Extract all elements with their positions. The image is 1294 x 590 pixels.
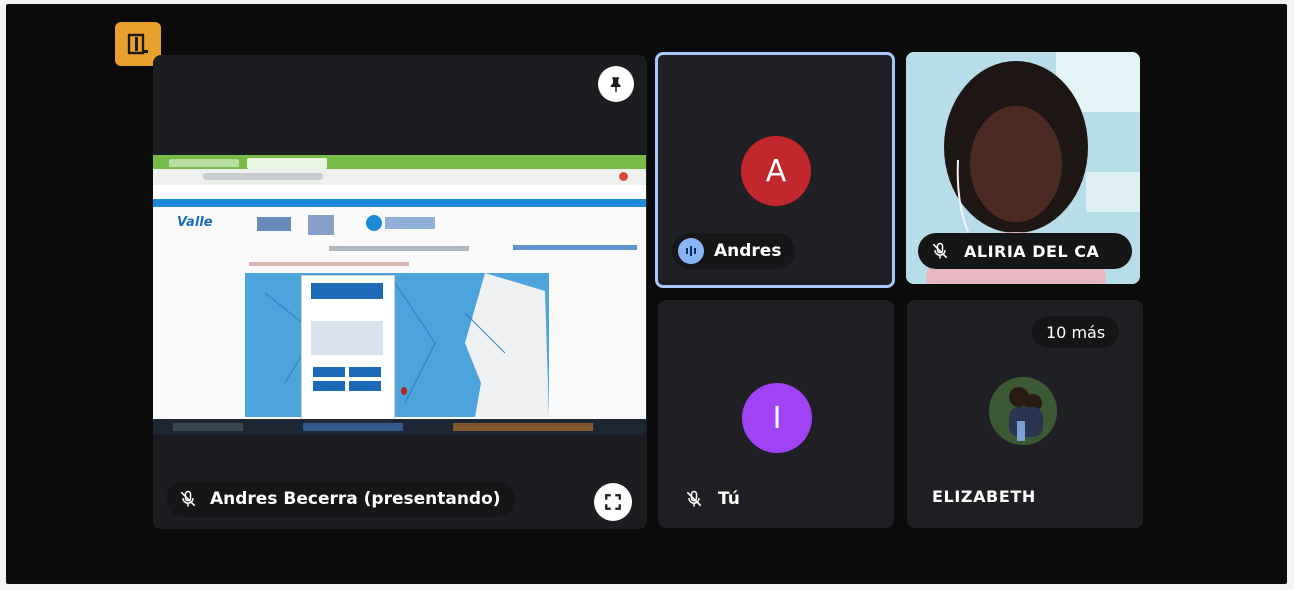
presenter-name-chip: Andres Becerra (presentando) (166, 481, 515, 517)
avatar-elizabeth (989, 377, 1057, 445)
presenter-name: Andres Becerra (presentando) (210, 489, 501, 509)
taskbar-search (173, 423, 243, 431)
site-link (513, 245, 637, 250)
popup-button-4 (349, 381, 381, 391)
pin-icon (610, 77, 621, 93)
more-count-badge: 10 más (1032, 316, 1120, 348)
site-logo: Valle (177, 215, 213, 230)
participant-name: Tú (718, 489, 740, 509)
browser-tab (169, 159, 239, 167)
browser-tab-active (247, 158, 327, 169)
shared-screen: Valle (153, 155, 646, 435)
aliria-name-chip: ALIRIA DEL CA (918, 233, 1132, 269)
site-logo-3 (308, 215, 334, 235)
popup-button-1 (313, 367, 345, 377)
participant-name: Andres (714, 241, 782, 261)
site-top-bar (153, 199, 646, 207)
popup-button-2 (349, 367, 381, 377)
more-count: 10 más (1046, 322, 1106, 342)
elizabeth-name: ELIZABETH (932, 487, 1036, 506)
map-borders (264, 273, 549, 417)
speaking-icon (678, 238, 704, 264)
popup-button-3 (313, 381, 345, 391)
popup-text (311, 321, 383, 355)
site-logo-2 (257, 217, 291, 231)
fullscreen-icon (605, 494, 621, 510)
map-marker (401, 387, 407, 395)
site-menu (329, 246, 469, 251)
mic-off-icon (932, 242, 948, 259)
taskbar-icons (303, 423, 403, 431)
bookmarks-bar (153, 185, 646, 199)
fullscreen-button[interactable] (594, 483, 632, 521)
taskbar-notifications (453, 423, 593, 431)
pin-button[interactable] (598, 66, 634, 102)
site-logo-4 (366, 215, 382, 231)
mic-off-icon (180, 490, 196, 507)
participant-name: ALIRIA DEL CA (964, 241, 1100, 261)
mic-off-icon (686, 490, 702, 507)
popup-header (311, 283, 383, 299)
photo-avatar-icon (989, 377, 1057, 445)
site-legend (249, 262, 409, 266)
andres-name-chip: Andres (672, 233, 796, 269)
avatar-letter: A (765, 153, 787, 189)
door-icon (127, 33, 148, 55)
participant-name: ELIZABETH (932, 487, 1036, 506)
avatar-self: I (742, 383, 812, 453)
url-text (203, 173, 323, 180)
avatar-andres: A (741, 136, 811, 206)
avatar-letter: I (772, 400, 782, 436)
self-name-chip: Tú (672, 481, 754, 517)
profile-avatar (619, 172, 628, 181)
site-logo-5-text (385, 217, 435, 229)
